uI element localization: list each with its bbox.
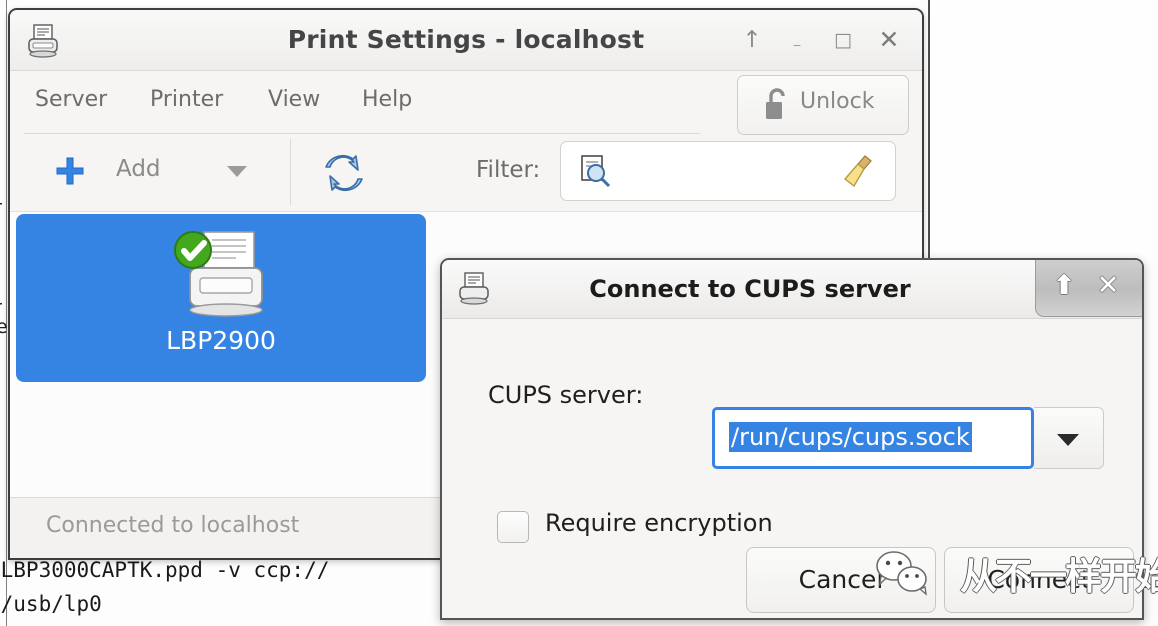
require-encryption-checkbox[interactable] (497, 511, 529, 543)
status-text: Connected to localhost (46, 513, 300, 538)
close-icon[interactable]: ✕ (872, 24, 906, 56)
cancel-button[interactable]: Cancel (746, 547, 936, 613)
background-edge-glyph-3: e (0, 316, 8, 338)
screen: SLBP3000CAPTK.ppd -v ccp:// v/usb/lp0 - … (0, 0, 1158, 626)
cups-server-value: /run/cups/cups.sock (729, 422, 972, 452)
minimize-icon[interactable]: _ (780, 24, 814, 56)
add-printer-button[interactable]: Add (44, 143, 259, 201)
toolbar: Add Filter: (10, 135, 922, 211)
chevron-down-icon[interactable] (227, 166, 247, 177)
menu-item-server[interactable]: Server (35, 87, 107, 112)
add-label: Add (116, 156, 161, 182)
close-icon[interactable]: ✕ (1088, 266, 1128, 306)
background-window-hairline (6, 0, 7, 626)
dialog-body: CUPS server: /run/cups/cups.sock Require… (442, 319, 1142, 618)
cups-server-dropdown-button[interactable] (1034, 407, 1104, 469)
printer-ok-icon (166, 230, 276, 322)
menu-item-printer[interactable]: Printer (150, 87, 223, 112)
keep-above-icon[interactable]: ↑ (735, 24, 769, 56)
terminal-text-line-2: v/usb/lp0 (0, 592, 102, 616)
terminal-text-line-1: SLBP3000CAPTK.ppd -v ccp:// (0, 558, 330, 582)
menubar: Server Printer View Help Unlock (10, 71, 922, 135)
background-edge-glyph-1: - (0, 192, 3, 214)
plus-icon (54, 155, 86, 187)
dialog-title: Connect to CUPS server (589, 275, 911, 303)
toolbar-divider (290, 139, 291, 205)
filter-input[interactable] (560, 141, 896, 201)
maximize-icon[interactable]: □ (826, 24, 860, 56)
keep-above-icon[interactable]: ⬆ (1044, 266, 1084, 306)
menu-item-view[interactable]: View (268, 87, 320, 112)
unlock-label: Unlock (800, 89, 875, 114)
dialog-window-controls: ⬆ ✕ (1035, 260, 1142, 317)
require-encryption-label: Require encryption (545, 509, 773, 537)
unlock-button[interactable]: Unlock (737, 75, 909, 135)
connect-button[interactable]: Connect (944, 547, 1134, 613)
refresh-icon (325, 154, 363, 192)
broom-clear-icon[interactable] (843, 154, 877, 188)
find-icon[interactable] (579, 154, 613, 188)
background-edge-glyph-2: - (0, 292, 3, 314)
cups-server-input[interactable]: /run/cups/cups.sock (712, 407, 1034, 469)
menu-item-help[interactable]: Help (362, 87, 412, 112)
chevron-down-icon (1057, 434, 1079, 446)
cups-server-label: CUPS server: (488, 381, 644, 409)
filter-label: Filter: (476, 157, 541, 183)
connect-to-cups-server-dialog: Connect to CUPS server ⬆ ✕ CUPS server: … (440, 258, 1144, 620)
refresh-button[interactable] (320, 149, 378, 197)
printer-item-lbp2900[interactable]: LBP2900 (16, 214, 426, 382)
titlebar[interactable]: Print Settings - localhost ↑ _ □ ✕ (10, 10, 922, 71)
dialog-titlebar[interactable]: Connect to CUPS server ⬆ ✕ (442, 260, 1142, 319)
printer-name-label: LBP2900 (166, 326, 276, 355)
menubar-divider (24, 133, 700, 134)
open-padlock-icon (762, 87, 792, 121)
